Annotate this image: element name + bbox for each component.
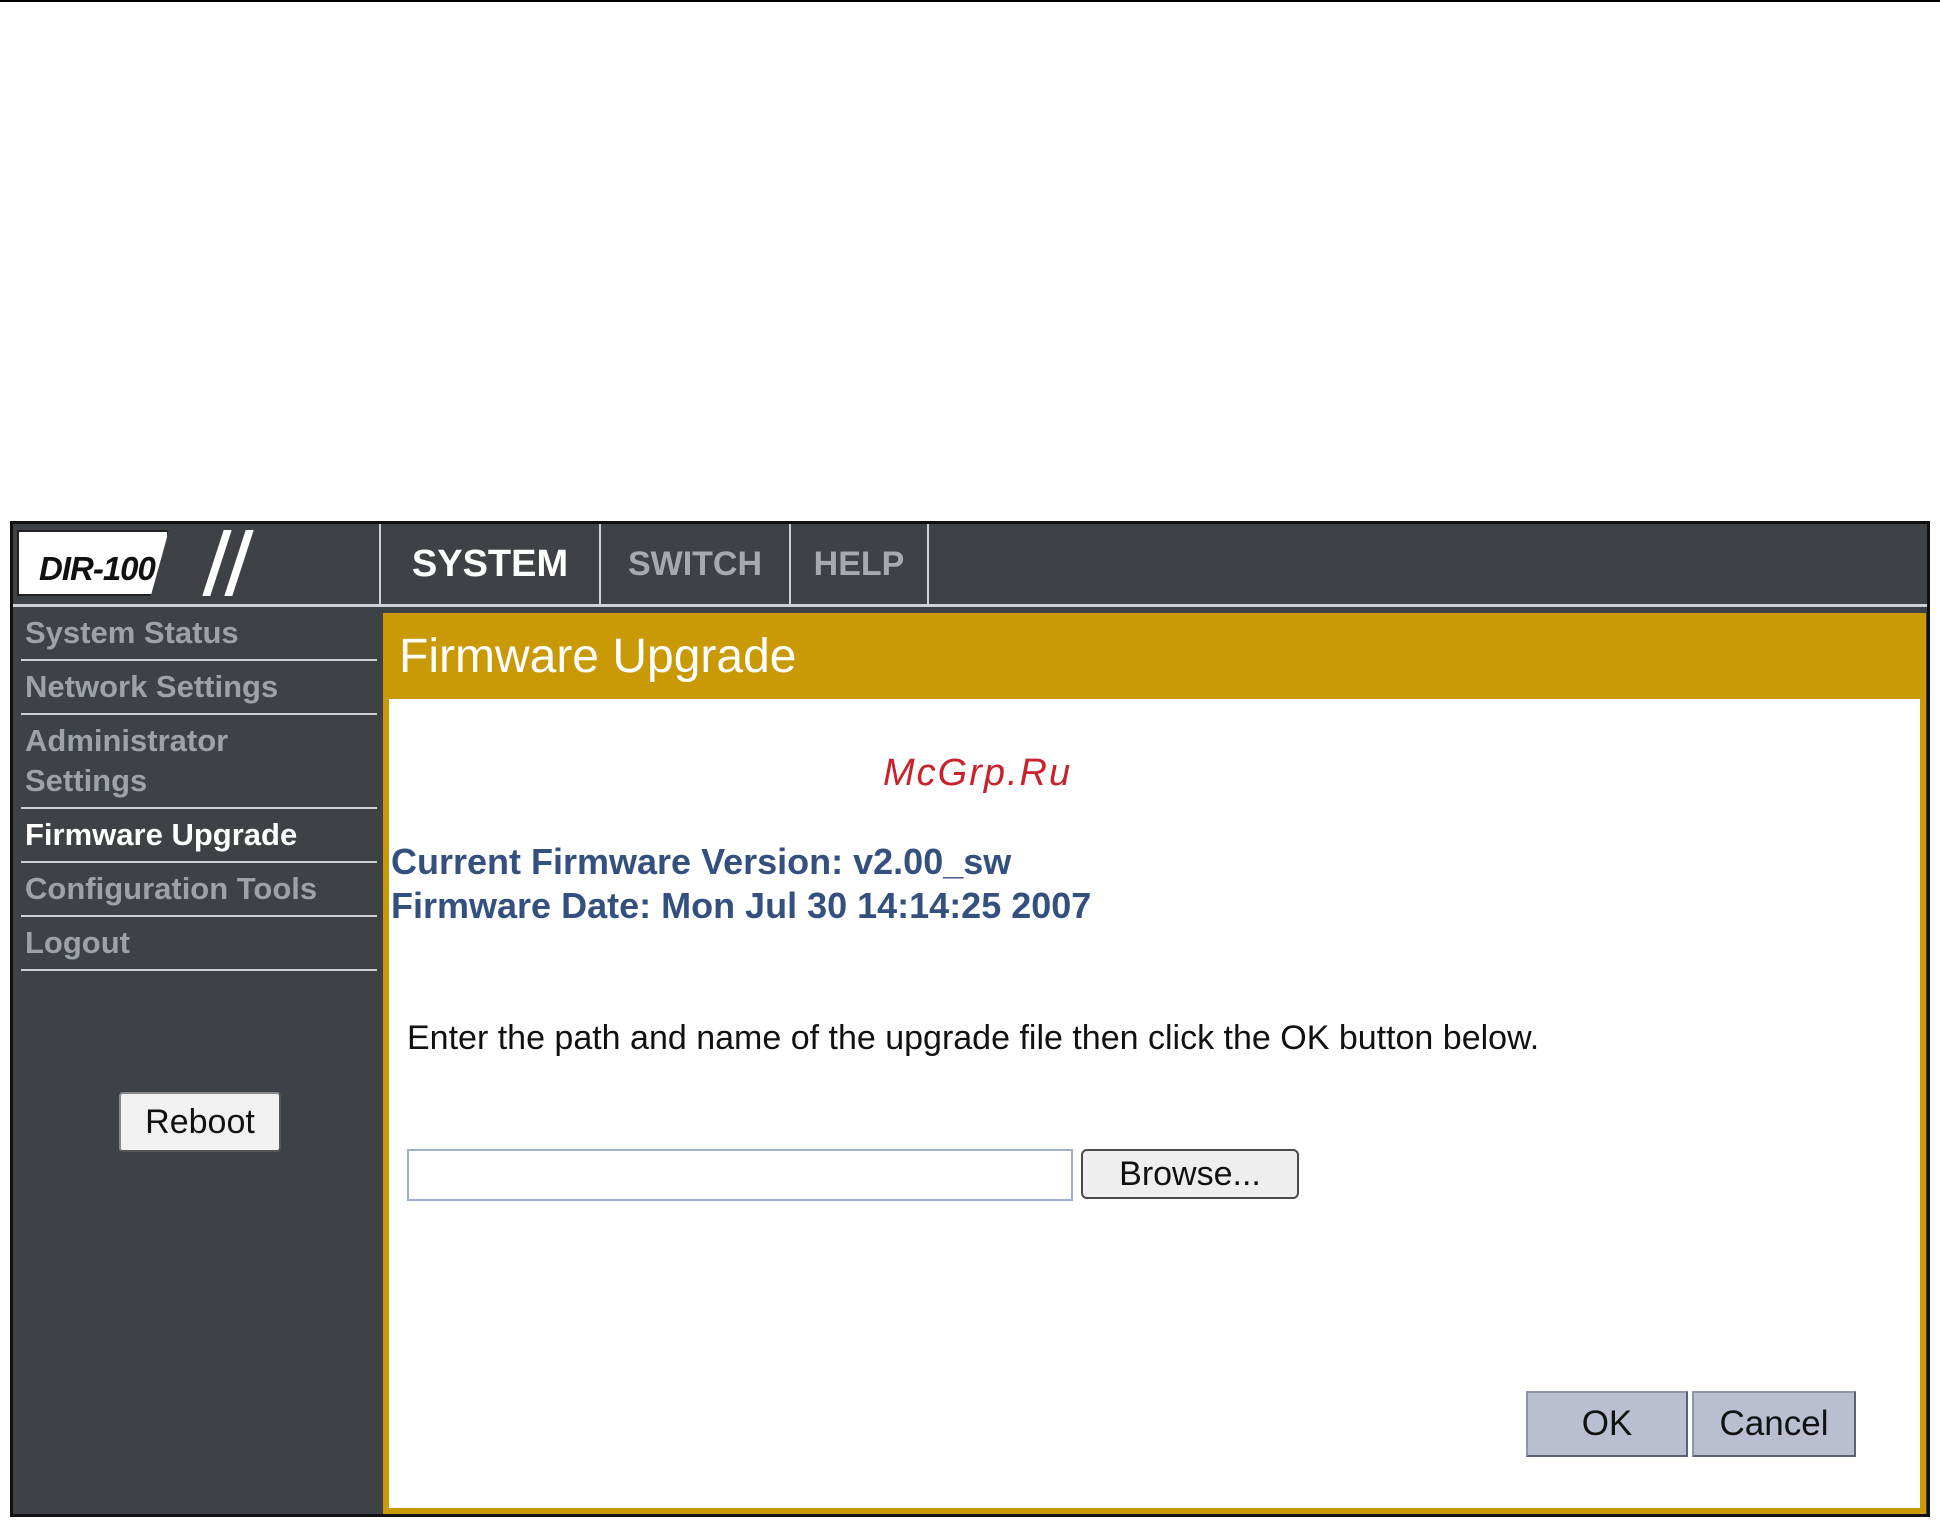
page-title: Firmware Upgrade	[399, 630, 797, 683]
browse-button[interactable]: Browse...	[1081, 1149, 1299, 1199]
tab-switch[interactable]: SWITCH	[601, 524, 791, 604]
upgrade-instruction: Enter the path and name of the upgrade f…	[407, 1019, 1540, 1057]
tab-system[interactable]: SYSTEM	[381, 524, 601, 604]
main-panel: Firmware Upgrade McGrp.Ru Current Firmwa…	[383, 613, 1926, 1514]
sidebar-item-network-settings[interactable]: Network Settings	[21, 661, 377, 715]
logo-slash-mark	[224, 530, 254, 596]
sidebar-item-administrator-settings[interactable]: Administrator Settings	[21, 715, 321, 807]
watermark-text: McGrp.Ru	[883, 752, 1073, 794]
router-admin-window: DIR-100 SYSTEM SWITCH HELP System Status…	[10, 521, 1930, 1517]
ok-button[interactable]: OK	[1526, 1391, 1688, 1457]
title-bar: Firmware Upgrade	[389, 619, 1920, 699]
header-bar: DIR-100 SYSTEM SWITCH HELP	[13, 524, 1927, 604]
sidebar-item-logout[interactable]: Logout	[21, 917, 377, 971]
sidebar-item-system-status[interactable]: System Status	[21, 607, 377, 661]
top-nav: SYSTEM SWITCH HELP	[381, 524, 929, 604]
file-path-input[interactable]	[407, 1149, 1073, 1201]
current-firmware-version: Current Firmware Version: v2.00_sw	[391, 841, 1012, 882]
sidebar: System Status Network Settings Administr…	[13, 607, 379, 1514]
firmware-date: Firmware Date: Mon Jul 30 14:14:25 2007	[391, 885, 1092, 926]
sidebar-item-firmware-upgrade[interactable]: Firmware Upgrade	[21, 809, 377, 863]
product-logo: DIR-100	[17, 530, 169, 596]
top-rule	[0, 0, 1940, 2]
logo-text: DIR-100	[39, 550, 156, 587]
logo-area: DIR-100	[13, 524, 381, 604]
tab-help[interactable]: HELP	[791, 524, 929, 604]
reboot-button[interactable]: Reboot	[119, 1092, 281, 1152]
cancel-button[interactable]: Cancel	[1692, 1391, 1856, 1457]
sidebar-item-configuration-tools[interactable]: Configuration Tools	[21, 863, 377, 917]
